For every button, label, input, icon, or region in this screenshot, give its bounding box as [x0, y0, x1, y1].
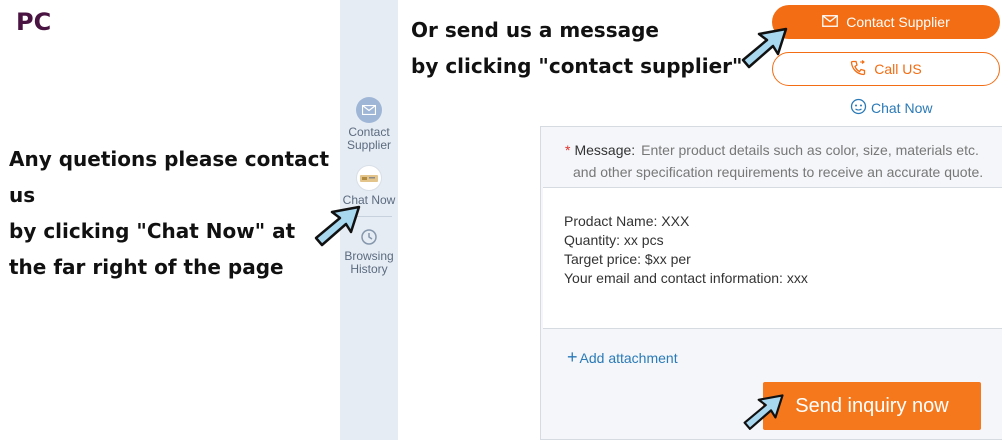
message-placeholder-line: and other specification requirements to … — [573, 164, 984, 180]
platform-label: PC — [16, 8, 52, 36]
chat-now-link[interactable]: Chat Now — [850, 98, 932, 118]
cursor-arrow-icon — [314, 205, 361, 247]
message-label: Message: — [574, 142, 636, 158]
add-attachment-link[interactable]: + Add attachment — [567, 347, 678, 368]
instruction-line: Any quetions please contact us — [9, 147, 330, 207]
mail-icon — [822, 14, 839, 30]
chat-avatar-icon — [356, 165, 382, 191]
contact-supplier-button[interactable]: Contact Supplier — [772, 5, 1000, 39]
message-text-line: Quantity: xx pcs — [564, 232, 664, 248]
chat-now-label: Chat Now — [871, 100, 933, 116]
add-attachment-label: Add attachment — [579, 350, 678, 366]
sidebar-item-contact-supplier[interactable]: Contact Supplier — [340, 97, 398, 152]
sidebar-item-label: Supplier — [346, 138, 392, 152]
instruction-line: by clicking "Chat Now" at — [9, 219, 296, 243]
sidebar-item-chat-now[interactable]: Chat Now — [340, 165, 398, 207]
sidebar-item-label: History — [350, 262, 388, 276]
chat-now-instruction: Any quetions please contact us by clicki… — [9, 141, 339, 285]
cursor-arrow-icon — [743, 394, 784, 430]
message-placeholder-line: Enter product details such as color, siz… — [641, 142, 979, 158]
call-us-button[interactable]: Call US — [772, 52, 1000, 86]
instruction-line: the far right of the page — [9, 255, 284, 279]
message-prompt: * Message: Enter product details such as c… — [541, 127, 1002, 185]
send-inquiry-button[interactable]: Send inquiry now — [763, 382, 981, 430]
message-text-line: Your email and contact information: xxx — [564, 270, 808, 286]
message-textarea[interactable]: Prodact Name: XXX Quantity: xx pcs Targe… — [543, 187, 1002, 329]
contact-supplier-label: Contact Supplier — [846, 14, 950, 30]
message-text-line: Prodact Name: XXX — [564, 213, 690, 229]
instruction-line: by clicking "contact supplier" — [411, 54, 743, 78]
chat-bubble-icon — [850, 98, 867, 118]
send-inquiry-label: Send inquiry now — [795, 394, 949, 417]
phone-icon — [850, 59, 866, 79]
message-text-line: Target price: $xx per — [564, 251, 691, 267]
mail-icon — [356, 97, 382, 123]
instruction-line: Or send us a message — [411, 18, 659, 42]
cursor-arrow-icon — [741, 27, 788, 69]
contact-supplier-instruction: Or send us a message by clicking "contac… — [411, 12, 771, 84]
call-us-label: Call US — [874, 61, 922, 77]
plus-icon: + — [567, 347, 578, 367]
required-mark: * — [565, 142, 571, 158]
